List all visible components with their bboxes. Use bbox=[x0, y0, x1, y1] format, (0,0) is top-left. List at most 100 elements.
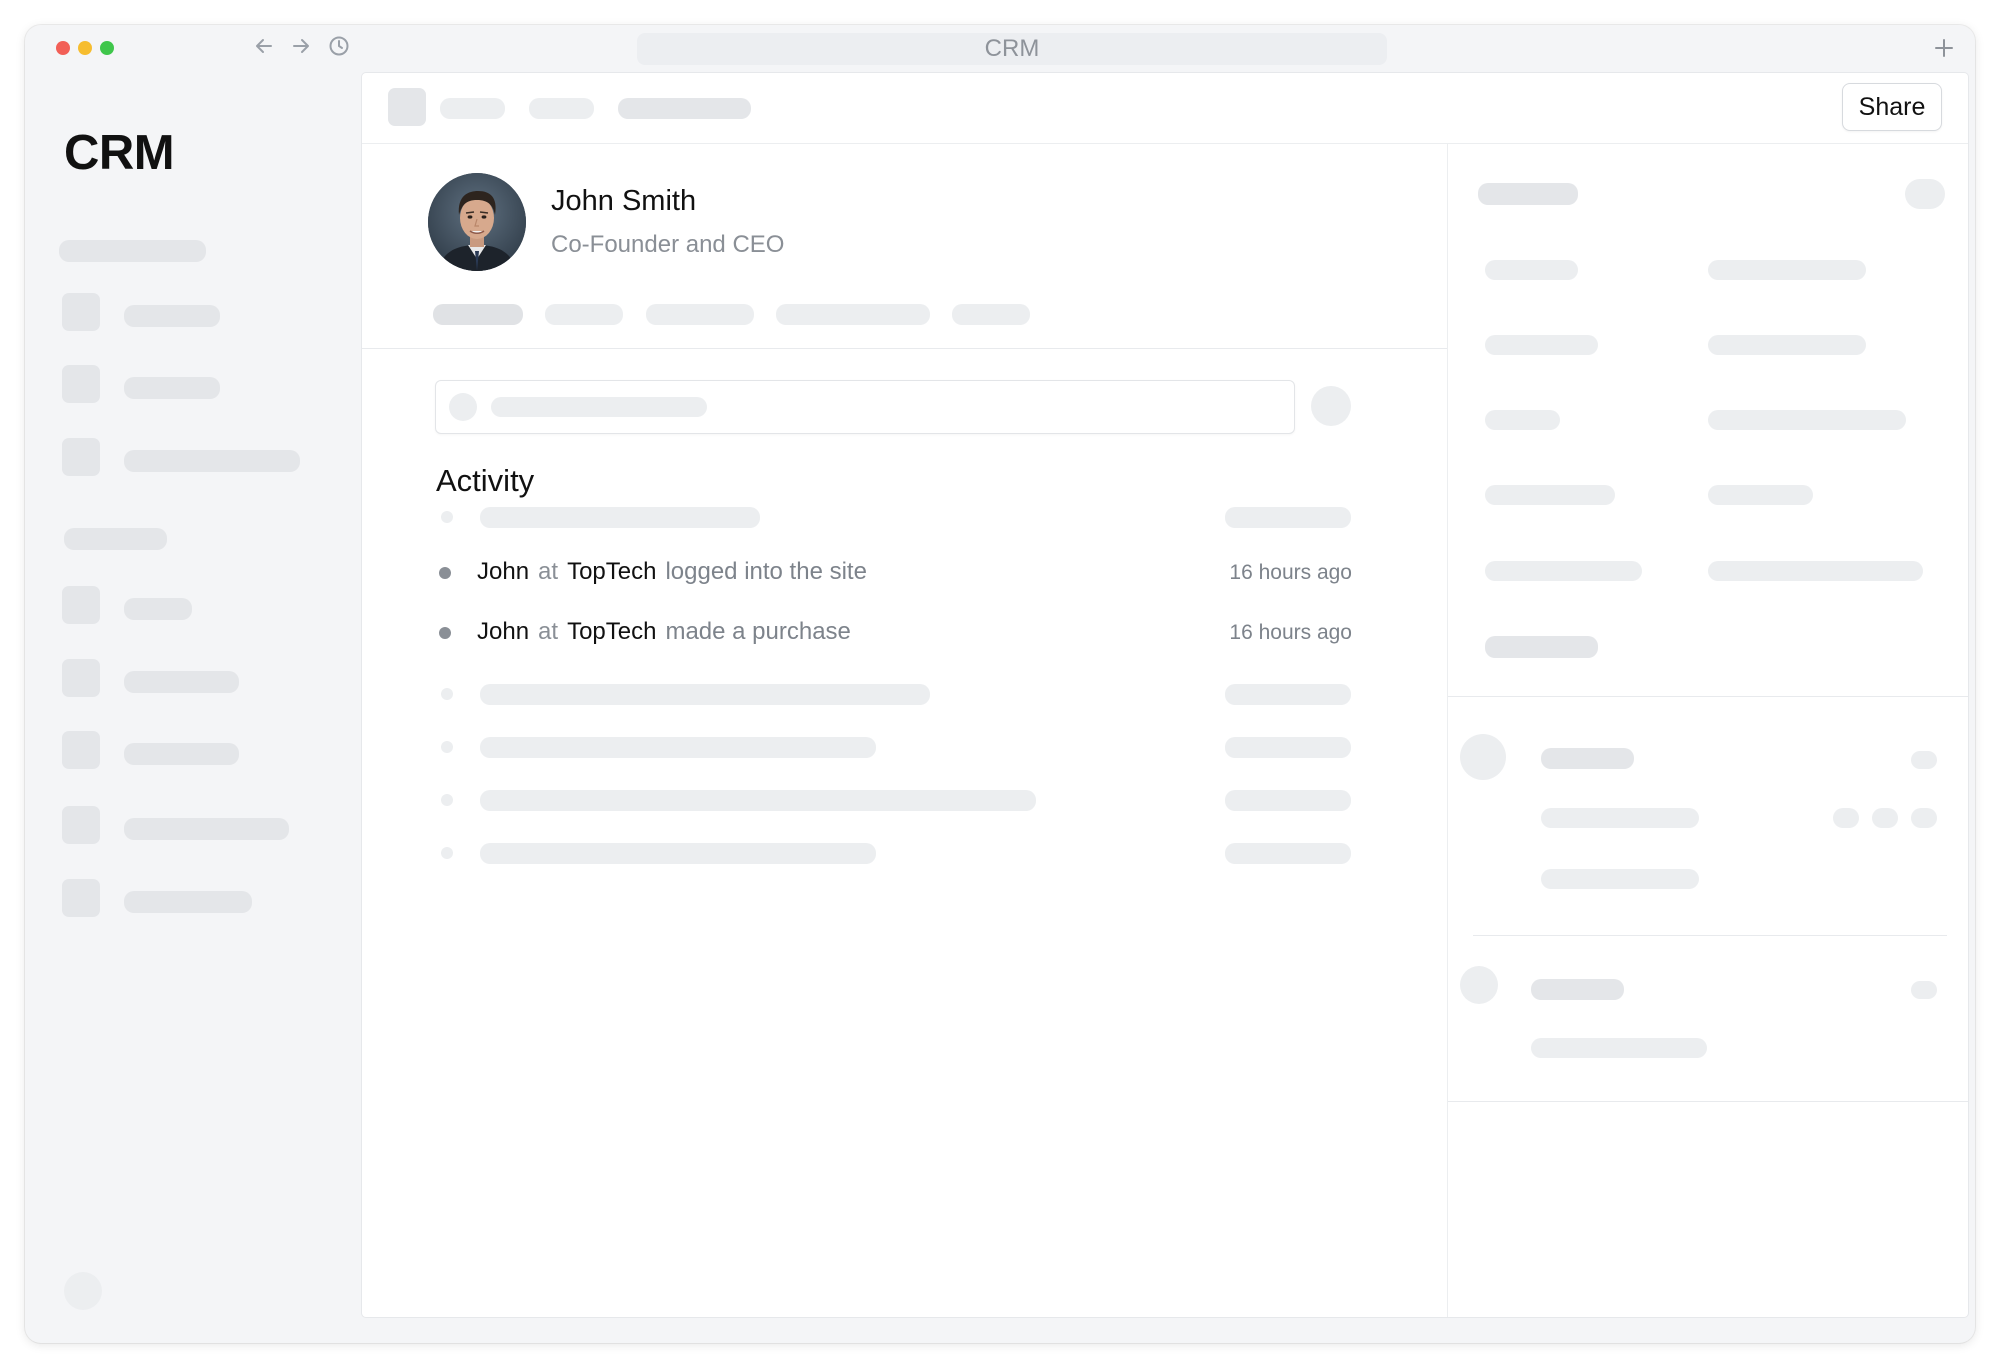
profile-tab-placeholder[interactable] bbox=[646, 304, 754, 325]
activity-row-placeholder bbox=[362, 674, 1447, 714]
field-label-placeholder bbox=[1485, 260, 1578, 280]
activity-organization[interactable]: TopTech bbox=[567, 558, 656, 585]
related-action-placeholder[interactable] bbox=[1911, 981, 1937, 999]
sidebar-item-icon-placeholder[interactable] bbox=[62, 879, 100, 917]
input-placeholder-text bbox=[491, 397, 707, 417]
sidebar-item-icon-placeholder[interactable] bbox=[62, 731, 100, 769]
profile-tab-placeholder[interactable] bbox=[433, 304, 523, 325]
share-button[interactable]: Share bbox=[1842, 83, 1942, 131]
note-input[interactable] bbox=[435, 380, 1295, 434]
user-avatar-placeholder[interactable] bbox=[64, 1272, 102, 1310]
activity-row[interactable]: John at TopTech made a purchase 16 hours ag… bbox=[362, 612, 1447, 652]
forward-arrow-icon[interactable] bbox=[290, 35, 312, 64]
activity-row-placeholder bbox=[362, 833, 1447, 873]
main-panel: Share John Smith Co-Founder and CEO Acti… bbox=[362, 73, 1968, 1317]
maximize-window-button[interactable] bbox=[100, 41, 114, 55]
activity-bullet bbox=[441, 688, 453, 700]
input-action-button-placeholder[interactable] bbox=[1311, 386, 1351, 426]
activity-time-placeholder bbox=[1225, 507, 1351, 528]
activity-bullet bbox=[441, 511, 453, 523]
sidebar-item-label-placeholder[interactable] bbox=[124, 598, 192, 620]
app-logo: CRM bbox=[64, 126, 175, 180]
related-title-placeholder[interactable] bbox=[1541, 748, 1634, 769]
sidebar-item-label-placeholder[interactable] bbox=[124, 450, 300, 472]
breadcrumb-placeholder[interactable] bbox=[618, 98, 751, 119]
sidebar-item-icon-placeholder[interactable] bbox=[62, 365, 100, 403]
sidebar-item-label-placeholder[interactable] bbox=[124, 305, 220, 327]
sidebar-item-label-placeholder[interactable] bbox=[124, 377, 220, 399]
profile-tab-placeholder[interactable] bbox=[776, 304, 930, 325]
activity-organization[interactable]: TopTech bbox=[567, 618, 656, 645]
activity-connector: at bbox=[538, 618, 559, 645]
related-detail-placeholder bbox=[1541, 869, 1699, 889]
activity-time-placeholder bbox=[1225, 843, 1351, 864]
field-label-placeholder bbox=[1485, 335, 1598, 355]
field-value-placeholder[interactable] bbox=[1708, 561, 1923, 581]
activity-actor[interactable]: John bbox=[477, 558, 529, 585]
activity-action: made a purchase bbox=[665, 618, 851, 645]
history-clock-icon[interactable] bbox=[328, 35, 350, 64]
field-value-placeholder[interactable] bbox=[1708, 335, 1866, 355]
related-dot-placeholder[interactable] bbox=[1833, 808, 1859, 828]
field-label-placeholder bbox=[1485, 410, 1560, 430]
activity-text-placeholder bbox=[480, 684, 930, 705]
field-value-placeholder[interactable] bbox=[1708, 260, 1866, 280]
activity-action: logged into the site bbox=[665, 558, 867, 585]
sidebar-item-label-placeholder[interactable] bbox=[124, 891, 252, 913]
related-dot-placeholder[interactable] bbox=[1872, 808, 1898, 828]
activity-connector: at bbox=[538, 558, 559, 585]
sidebar-section-heading-placeholder bbox=[59, 240, 206, 262]
close-window-button[interactable] bbox=[56, 41, 70, 55]
activity-time-placeholder bbox=[1225, 737, 1351, 758]
activity-row[interactable]: John at TopTech logged into the site 16 hou… bbox=[362, 552, 1447, 592]
show-more-placeholder[interactable] bbox=[1485, 636, 1598, 658]
related-action-placeholder[interactable] bbox=[1911, 751, 1937, 769]
activity-row-placeholder bbox=[362, 727, 1447, 767]
sidebar-item-label-placeholder[interactable] bbox=[124, 818, 289, 840]
back-arrow-icon[interactable] bbox=[253, 35, 275, 64]
breadcrumb-placeholder[interactable] bbox=[440, 98, 505, 119]
related-detail-placeholder bbox=[1531, 1038, 1707, 1058]
profile-tab-placeholder[interactable] bbox=[545, 304, 623, 325]
new-tab-plus-icon[interactable] bbox=[1933, 31, 1955, 65]
activity-row-placeholder bbox=[362, 780, 1447, 820]
related-avatar-placeholder[interactable] bbox=[1460, 734, 1506, 780]
activity-text-placeholder bbox=[480, 843, 876, 864]
sidebar-item-icon-placeholder[interactable] bbox=[62, 438, 100, 476]
contact-title: Co-Founder and CEO bbox=[551, 231, 785, 258]
details-bottom-divider bbox=[1448, 1101, 1968, 1102]
browser-window: CRM CRM Share John Smith Co-Founder and … bbox=[25, 25, 1975, 1343]
breadcrumb-placeholder[interactable] bbox=[529, 98, 594, 119]
sidebar-item-label-placeholder[interactable] bbox=[124, 743, 239, 765]
details-heading-placeholder bbox=[1478, 183, 1578, 205]
sidebar-section-heading-placeholder bbox=[64, 528, 167, 550]
toolbar-icon-placeholder[interactable] bbox=[388, 88, 426, 126]
activity-bullet bbox=[441, 847, 453, 859]
sidebar-item-label-placeholder[interactable] bbox=[124, 671, 239, 693]
activity-time-placeholder bbox=[1225, 684, 1351, 705]
profile-tab-placeholder[interactable] bbox=[952, 304, 1030, 325]
header-divider bbox=[362, 348, 1447, 349]
top-toolbar: Share bbox=[362, 73, 1968, 144]
input-icon-placeholder bbox=[449, 393, 477, 421]
sidebar-item-icon-placeholder[interactable] bbox=[62, 586, 100, 624]
related-detail-placeholder bbox=[1541, 808, 1699, 828]
activity-row-placeholder bbox=[362, 497, 1447, 537]
related-title-placeholder[interactable] bbox=[1531, 979, 1624, 1000]
related-avatar-placeholder[interactable] bbox=[1460, 966, 1498, 1004]
activity-bullet bbox=[441, 794, 453, 806]
sidebar-item-icon-placeholder[interactable] bbox=[62, 659, 100, 697]
field-value-placeholder[interactable] bbox=[1708, 485, 1813, 505]
field-value-placeholder[interactable] bbox=[1708, 410, 1906, 430]
title-bar: CRM bbox=[25, 25, 1975, 73]
sidebar-item-icon-placeholder[interactable] bbox=[62, 806, 100, 844]
minimize-window-button[interactable] bbox=[78, 41, 92, 55]
activity-bullet bbox=[439, 627, 451, 639]
activity-text-placeholder bbox=[480, 507, 760, 528]
sidebar-item-icon-placeholder[interactable] bbox=[62, 293, 100, 331]
activity-actor[interactable]: John bbox=[477, 618, 529, 645]
details-action-placeholder[interactable] bbox=[1905, 179, 1945, 209]
activity-timestamp: 16 hours ago bbox=[1229, 561, 1352, 584]
related-dot-placeholder[interactable] bbox=[1911, 808, 1937, 828]
activity-timestamp: 16 hours ago bbox=[1229, 621, 1352, 644]
